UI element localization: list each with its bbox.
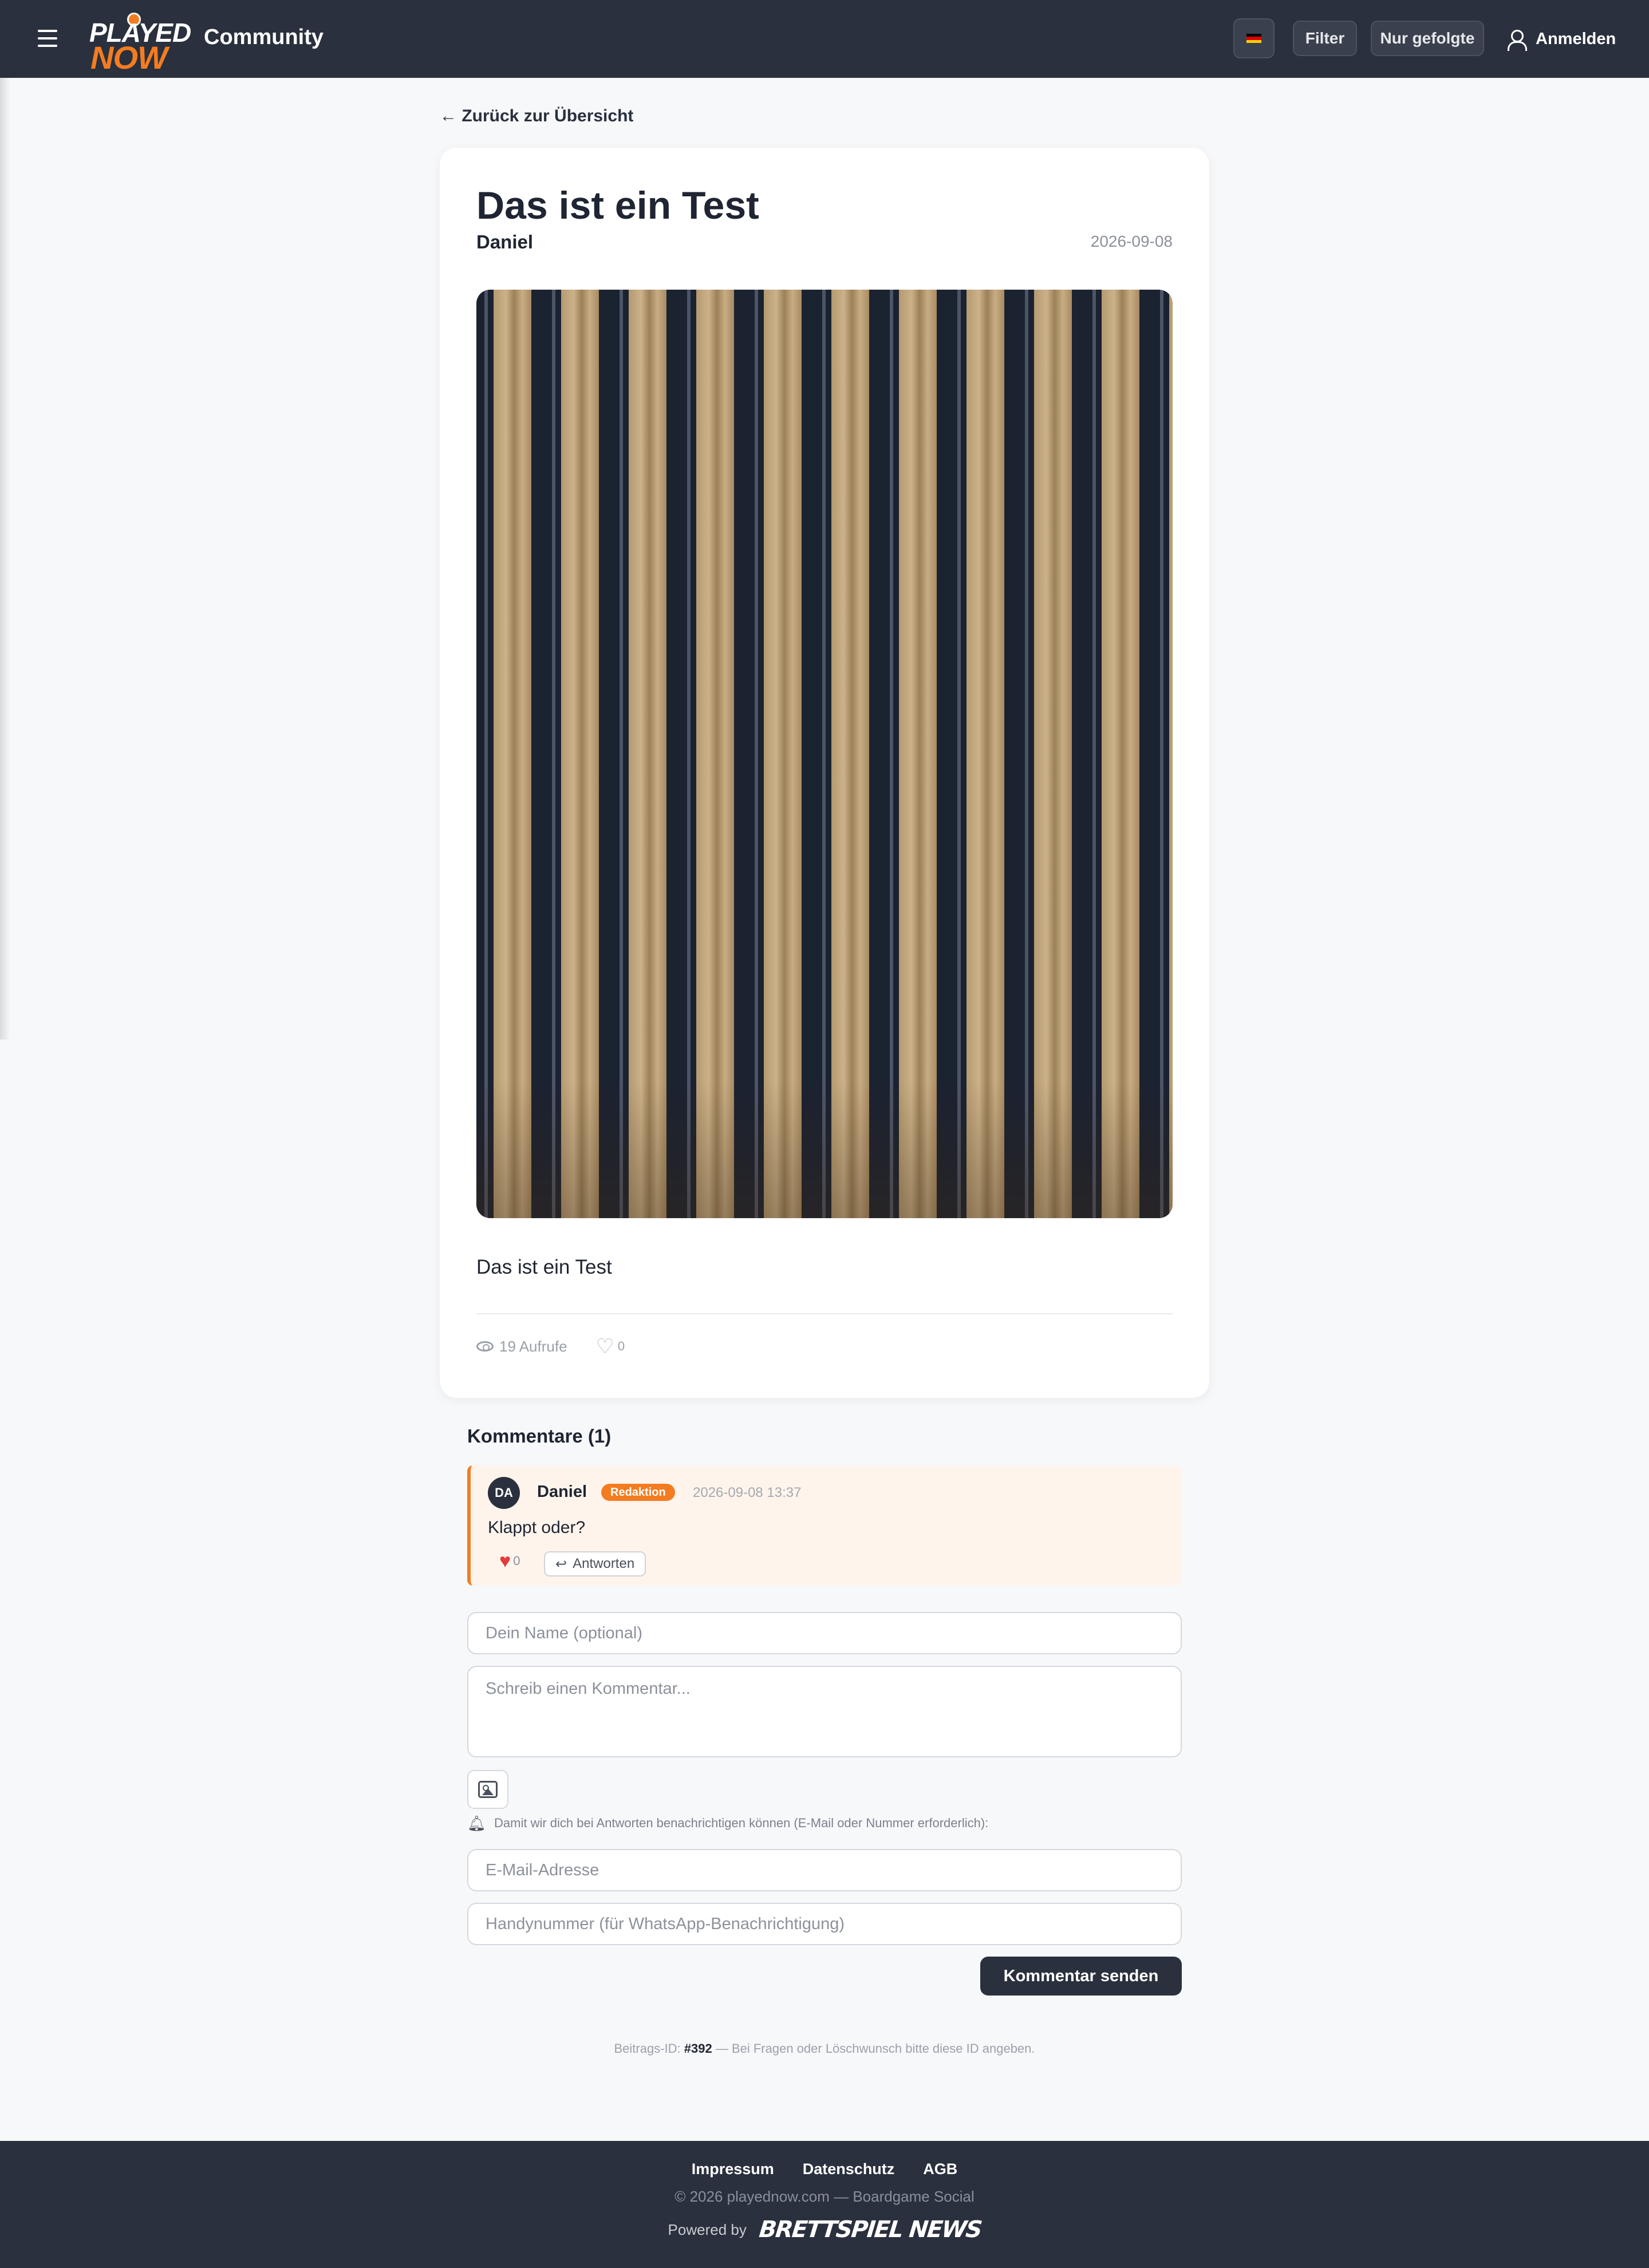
- filter-button[interactable]: Filter: [1293, 21, 1357, 56]
- comment-text: Klappt oder?: [488, 1518, 586, 1537]
- comment-like-button[interactable]: ♥ 0: [499, 1551, 520, 1571]
- comment-item: DA Daniel Redaktion 2026-09-08 13:37 Kla…: [467, 1465, 1182, 1586]
- language-switch-button[interactable]: [1233, 18, 1275, 58]
- reply-button[interactable]: ↩ Antworten: [544, 1551, 646, 1576]
- view-count: 19 Aufrufe: [499, 1337, 567, 1355]
- footer-link-impressum[interactable]: Impressum: [692, 2160, 774, 2178]
- role-badge: Redaktion: [601, 1484, 675, 1501]
- reply-arrow-icon: ↩: [555, 1556, 567, 1572]
- login-button[interactable]: Anmelden: [1507, 25, 1616, 53]
- post-card: Das ist ein Test Daniel 2026-09-08 Das i…: [440, 148, 1209, 1398]
- comment-timestamp: 2026-09-08 13:37: [693, 1485, 802, 1500]
- comment-author[interactable]: Daniel: [537, 1483, 587, 1502]
- post-id-suffix: — Bei Fragen oder Löschwunsch bitte dies…: [715, 2041, 1035, 2056]
- reply-label: Antworten: [573, 1556, 635, 1571]
- powered-by: Powered by BRETTSPIEL NEWS: [0, 2216, 1649, 2243]
- email-field[interactable]: [467, 1849, 1182, 1891]
- post-id-value: #392: [684, 2041, 712, 2056]
- post-body-text: Das ist ein Test: [476, 1256, 612, 1278]
- footer-copyright: © 2026 playednow.com — Boardgame Social: [674, 2188, 975, 2205]
- image-icon: [478, 1781, 498, 1798]
- post-title: Das ist ein Test: [476, 184, 759, 227]
- avatar: DA: [488, 1477, 520, 1509]
- comment-like-count: 0: [513, 1554, 520, 1568]
- login-label: Anmelden: [1536, 29, 1616, 48]
- notification-hint: 🔔︎ Damit wir dich bei Antworten benachri…: [467, 1816, 988, 1831]
- phone-field[interactable]: [467, 1903, 1182, 1945]
- post-image[interactable]: [476, 290, 1173, 1218]
- post-date: 2026-09-08: [1090, 232, 1173, 250]
- bell-icon: 🔔︎: [467, 1815, 487, 1832]
- comments-heading: Kommentare (1): [467, 1425, 612, 1447]
- eye-icon: [476, 1341, 494, 1352]
- post-id-note: Beitrags-ID: #392 — Bei Fragen oder Lösc…: [0, 2041, 1649, 2056]
- post-like-count: 0: [617, 1339, 625, 1353]
- user-icon: [1507, 29, 1527, 51]
- site-logo[interactable]: PLAYED NOW: [89, 13, 196, 76]
- post-author[interactable]: Daniel: [476, 231, 533, 253]
- powered-by-label: Powered by: [668, 2220, 747, 2238]
- followed-only-button[interactable]: Nur gefolgte: [1371, 21, 1484, 56]
- post-id-prefix: Beitrags-ID:: [614, 2041, 681, 2056]
- image-upload-button[interactable]: [467, 1770, 508, 1809]
- logo-text-bottom: NOW: [90, 39, 168, 76]
- footer-link-datenschutz[interactable]: Datenschutz: [803, 2160, 895, 2178]
- comment-textarea[interactable]: [467, 1666, 1182, 1757]
- drawer-edge-shadow: [0, 78, 10, 1040]
- post-stats: 19 Aufrufe ♡ 0: [476, 1336, 625, 1357]
- flag-de-icon: [1246, 34, 1261, 43]
- notification-hint-text: Damit wir dich bei Antworten benachricht…: [494, 1816, 989, 1830]
- back-to-overview-link[interactable]: ← Zurück zur Übersicht: [440, 106, 633, 126]
- name-input[interactable]: [467, 1612, 1182, 1654]
- footer-links: Impressum Datenschutz AGB: [0, 2160, 1649, 2178]
- top-navigation-bar: PLAYED NOW Community Filter Nur gefolgte…: [0, 0, 1649, 78]
- heart-filled-icon: ♥: [499, 1550, 511, 1572]
- site-footer: Impressum Datenschutz AGB © 2026 playedn…: [0, 2141, 1649, 2268]
- heart-outline-icon: ♡: [595, 1334, 614, 1358]
- footer-link-agb[interactable]: AGB: [923, 2160, 957, 2178]
- divider: [476, 1313, 1173, 1314]
- menu-icon[interactable]: [38, 30, 57, 47]
- partner-logo[interactable]: BRETTSPIEL NEWS: [758, 2216, 982, 2243]
- header-title: Community: [204, 25, 324, 49]
- submit-comment-button[interactable]: Kommentar senden: [980, 1957, 1182, 1996]
- post-like-button[interactable]: ♡ 0: [596, 1336, 625, 1357]
